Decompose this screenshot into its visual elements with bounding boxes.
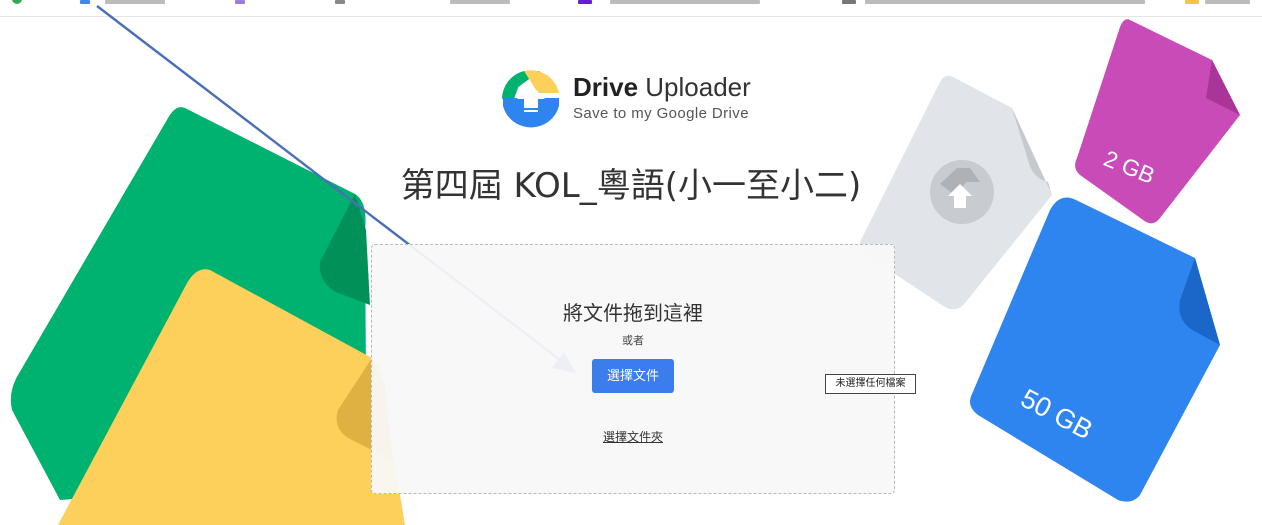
- choose-file-button[interactable]: 選擇文件: [592, 359, 674, 393]
- dropzone-heading: 將文件拖到這裡: [563, 303, 703, 325]
- app-name-bold: Drive: [573, 72, 639, 102]
- choose-folder-link[interactable]: 選擇文件夾: [372, 428, 894, 445]
- file-dropzone[interactable]: 將文件拖到這裡 或者 選擇文件 選擇文件夾: [371, 244, 895, 494]
- page-title: 第四屆 KOL_粵語(小一至小二): [400, 166, 862, 206]
- app-name-light: Uploader: [645, 72, 751, 102]
- file-input-status[interactable]: 未選擇任何檔案: [825, 374, 916, 394]
- app-name: Drive Uploader: [573, 72, 751, 103]
- app-tagline: Save to my Google Drive: [573, 105, 749, 122]
- drive-uploader-logo-icon: [502, 70, 560, 128]
- or-separator: 或者: [622, 335, 644, 347]
